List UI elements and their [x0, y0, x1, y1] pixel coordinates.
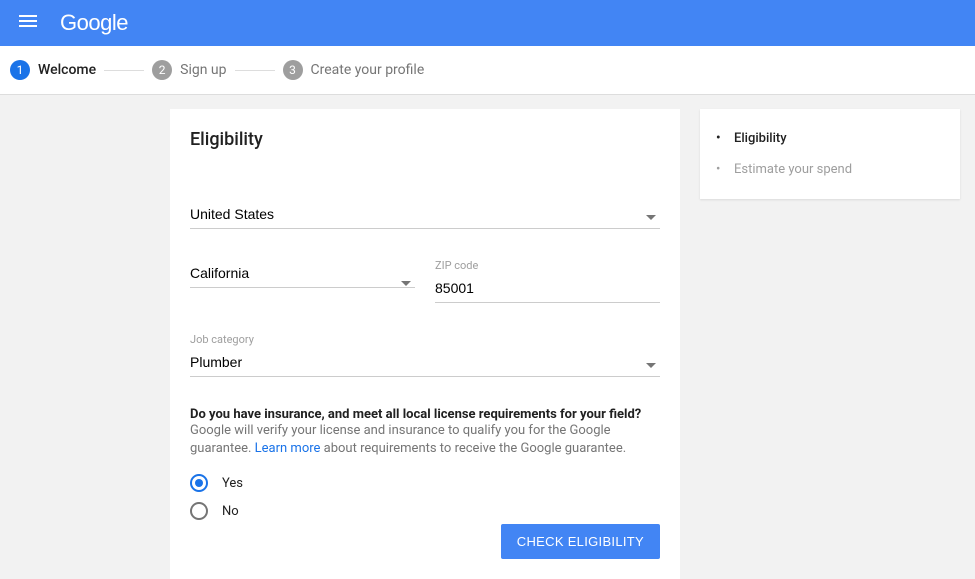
sidebar-item-estimate[interactable]: Estimate your spend [716, 154, 944, 185]
radio-yes[interactable]: Yes [190, 474, 660, 492]
country-value[interactable] [190, 200, 660, 229]
jobcat-select[interactable] [190, 348, 660, 377]
sidebar-item-eligibility[interactable]: Eligibility [716, 123, 944, 154]
radio-icon [190, 474, 208, 492]
google-logo: Google [60, 10, 128, 36]
step-number: 3 [283, 60, 303, 80]
step-signup[interactable]: 2 Sign up [152, 60, 226, 80]
topbar: Google [0, 0, 975, 46]
radio-no-label: No [222, 504, 239, 519]
step-label: Welcome [38, 62, 96, 78]
desc-post: about requirements to receive the Google… [320, 441, 626, 456]
step-divider [104, 70, 144, 71]
radio-no[interactable]: No [190, 502, 660, 520]
step-divider [235, 70, 275, 71]
content: Eligibility ZIP code Job category [0, 95, 975, 579]
hamburger-icon[interactable] [16, 9, 40, 37]
step-number: 2 [152, 60, 172, 80]
stepper: 1 Welcome 2 Sign up 3 Create your profil… [0, 46, 975, 95]
zip-input[interactable] [435, 274, 660, 303]
step-label: Create your profile [311, 62, 425, 78]
radio-yes-label: Yes [222, 476, 243, 491]
zip-field: ZIP code [435, 259, 660, 303]
sidebar: Eligibility Estimate your spend [700, 109, 960, 199]
step-profile[interactable]: 3 Create your profile [283, 60, 425, 80]
learn-more-link[interactable]: Learn more [255, 441, 321, 456]
check-eligibility-button[interactable]: CHECK ELIGIBILITY [501, 524, 660, 559]
jobcat-value[interactable] [190, 348, 660, 377]
insurance-question: Do you have insurance, and meet all loca… [190, 407, 660, 422]
step-label: Sign up [180, 62, 226, 78]
card-title: Eligibility [190, 129, 660, 150]
eligibility-card: Eligibility ZIP code Job category [170, 109, 680, 579]
state-select[interactable] [190, 259, 415, 303]
country-select[interactable] [190, 200, 660, 229]
radio-icon [190, 502, 208, 520]
jobcat-label: Job category [190, 333, 660, 346]
step-number: 1 [10, 60, 30, 80]
state-value[interactable] [190, 259, 415, 288]
zip-label: ZIP code [435, 259, 660, 272]
insurance-desc: Google will verify your license and insu… [190, 422, 660, 458]
step-welcome[interactable]: 1 Welcome [10, 60, 96, 80]
jobcat-field: Job category [190, 333, 660, 377]
